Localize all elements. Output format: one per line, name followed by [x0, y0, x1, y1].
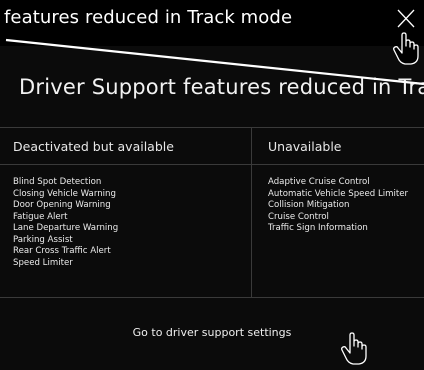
list-item: Automatic Vehicle Speed Limiter [268, 188, 409, 199]
list-item: Speed Limiter [13, 257, 73, 268]
close-button[interactable] [395, 8, 417, 30]
list-item: Fatigue Alert [13, 211, 68, 222]
list-item: Adaptive Cruise Control [268, 177, 370, 187]
hand-pointer-icon [393, 32, 419, 66]
list-item: Cruise Control [268, 211, 329, 222]
divider [0, 164, 424, 165]
header-title: features reduced in Track mode [4, 7, 293, 28]
divider [0, 127, 424, 128]
list-item: Door Opening Warning [13, 200, 111, 210]
unavailable-features-list: Adaptive Cruise Control Automatic Vehicl… [268, 177, 408, 235]
list-item: Blind Spot Detection [13, 177, 102, 187]
header-bar: features reduced in Track mode [0, 0, 424, 40]
deactivated-features-list: Blind Spot Detection Closing Vehicle War… [13, 177, 118, 269]
list-item: Rear Cross Traffic Alert [13, 246, 111, 256]
list-item: Parking Assist [13, 234, 73, 245]
list-item: Closing Vehicle Warning [13, 188, 116, 199]
column-heading-deactivated: Deactivated but available [13, 139, 174, 154]
list-item: Collision Mitigation [268, 200, 350, 210]
divider [251, 127, 252, 298]
track-mode-panel: Driver Support features reduced in Track… [0, 46, 424, 370]
features-table: Deactivated but available Blind Spot Det… [0, 127, 424, 298]
column-heading-unavailable: Unavailable [268, 139, 342, 154]
hand-pointer-icon [341, 332, 367, 366]
list-item: Traffic Sign Information [268, 223, 368, 233]
close-icon [395, 8, 417, 30]
list-item: Lane Departure Warning [13, 223, 119, 233]
panel-title: Driver Support features reduced in Track [19, 75, 424, 99]
